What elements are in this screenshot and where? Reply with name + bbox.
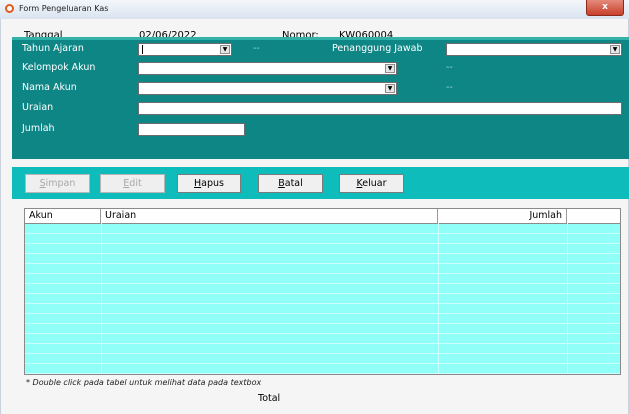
simpan-button[interactable]: Simpan (25, 174, 90, 193)
edit-button[interactable]: Edit (100, 174, 165, 193)
grid-row-line (25, 243, 620, 244)
tahun-ajaran-label: Tahun Ajaran (22, 43, 84, 54)
nama-akun-combo[interactable]: ▼ (138, 82, 397, 95)
text-caret (142, 45, 143, 54)
penanggung-jawab-combo[interactable]: ▼ (446, 43, 622, 56)
edit-label: dit (129, 178, 142, 189)
batal-label: atal (284, 178, 303, 189)
dropdown-arrow-icon[interactable]: ▼ (610, 45, 620, 54)
tahun-ajaran-combo[interactable]: ▼ (138, 43, 232, 56)
nama-akun-extra: -- (446, 82, 453, 93)
grid-row-line (25, 263, 620, 264)
grid-row-line (25, 273, 620, 274)
grid-hint: * Double click pada tabel untuk melihat … (26, 378, 262, 387)
close-button[interactable]: x (586, 0, 624, 16)
column-jumlah[interactable]: Jumlah (438, 209, 567, 223)
grid-row-line (25, 283, 620, 284)
grid-row-line (25, 293, 620, 294)
grid-row-line (25, 303, 620, 304)
column-akun[interactable]: Akun (25, 209, 101, 223)
kelompok-akun-label: Kelompok Akun (22, 62, 96, 73)
grid-row-line (25, 313, 620, 314)
grid-row-line (25, 373, 620, 374)
uraian-label: Uraian (22, 102, 54, 113)
kelompok-akun-combo[interactable]: ▼ (138, 62, 397, 75)
button-bar: Simpan Edit Hapus Batal Keluar (12, 167, 629, 199)
batal-button[interactable]: Batal (258, 174, 323, 193)
dropdown-arrow-icon[interactable]: ▼ (220, 45, 230, 54)
grid-row-line (25, 343, 620, 344)
nama-akun-label: Nama Akun (22, 82, 77, 93)
grid-row-line (25, 333, 620, 334)
transaction-grid[interactable]: Akun Uraian Jumlah (24, 208, 621, 375)
simpan-label: impan (45, 178, 76, 189)
grid-row-line (25, 353, 620, 354)
dropdown-arrow-icon[interactable]: ▼ (385, 84, 395, 93)
grid-row-line (25, 233, 620, 234)
grid-row-line (25, 253, 620, 254)
column-uraian[interactable]: Uraian (101, 209, 438, 223)
column-extra[interactable] (567, 209, 620, 223)
dropdown-arrow-icon[interactable]: ▼ (385, 64, 395, 73)
kelompok-akun-extra: -- (446, 62, 453, 73)
tahun-ajaran-extra: -- (253, 43, 260, 54)
uraian-input[interactable] (138, 102, 622, 115)
app-icon (5, 4, 14, 13)
grid-row-line (25, 363, 620, 364)
title-bar: Form Pengeluaran Kas x (0, 0, 629, 20)
keluar-label: eluar (362, 178, 387, 189)
input-panel: Tahun Ajaran ▼ -- Penanggung Jawab ▼ Kel… (12, 37, 629, 159)
total-label: Total (258, 393, 281, 404)
penanggung-jawab-label: Penanggung Jawab (332, 43, 423, 54)
hapus-button[interactable]: Hapus (177, 174, 241, 193)
hapus-label: apus (201, 178, 224, 189)
keluar-button[interactable]: Keluar (339, 174, 404, 193)
grid-header: Akun Uraian Jumlah (25, 209, 620, 224)
jumlah-label: Jumlah (22, 123, 55, 134)
window-title: Form Pengeluaran Kas (19, 4, 109, 13)
grid-row-line (25, 323, 620, 324)
jumlah-input[interactable] (138, 123, 245, 136)
